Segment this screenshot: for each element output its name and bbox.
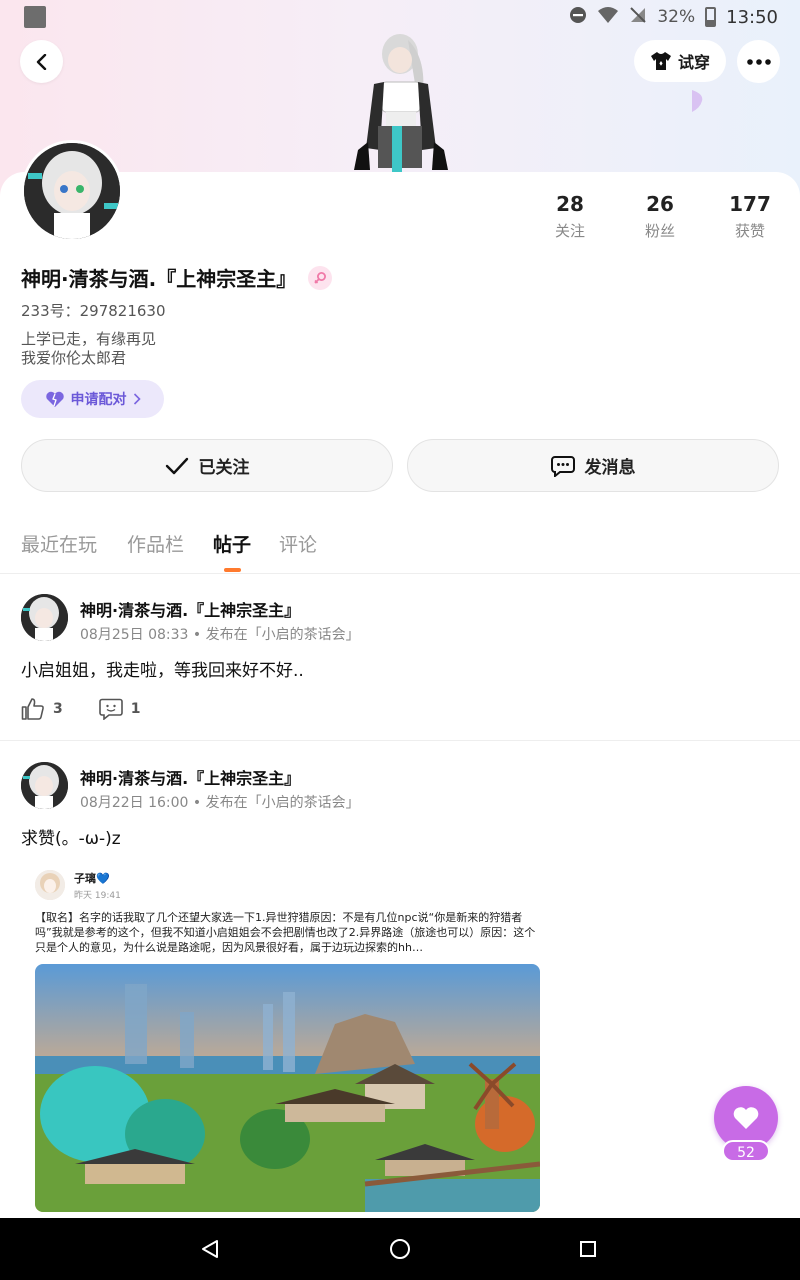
post-item[interactable]: 神明·清茶与酒.『上神宗圣主』 08月25日 08:33 • 发布在「小启的茶话… [0, 590, 800, 740]
followed-label: 已关注 [198, 458, 250, 478]
comment-button[interactable]: 1 [98, 698, 141, 720]
profile-tabs: 最近在玩 作品栏 帖子 评论 [0, 528, 800, 574]
profile-name-row: 神明·清茶与酒.『上神宗圣主』 [21, 263, 333, 292]
chat-bubble-icon [550, 455, 575, 477]
profile-bio: 上学已走，有缘再见 我爱你伦太郎君 [21, 330, 156, 368]
try-on-label: 试穿 [677, 53, 710, 72]
request-pair-label: 申请配对 [70, 392, 127, 408]
bio-line-2: 我爱你伦太郎君 [21, 349, 127, 367]
post-author-name[interactable]: 神明·清茶与酒.『上神宗圣主』 [80, 597, 300, 621]
profile-name: 神明·清茶与酒.『上神宗圣主』 [21, 267, 297, 291]
heart-icon [45, 391, 64, 407]
bio-line-1: 上学已走，有缘再见 [21, 330, 157, 348]
post-actions: 3 1 [21, 698, 141, 720]
character-figure [348, 30, 454, 175]
embed-time: 昨天 19:41 [74, 891, 121, 901]
send-message-label: 发消息 [584, 458, 636, 478]
heart-icon [733, 1107, 759, 1129]
profile-uid: 233号：297821630 [21, 302, 166, 320]
embed-username: 子璃💙 [74, 872, 110, 885]
clock: 13:50 [726, 6, 778, 28]
battery-percent: 32% [657, 7, 696, 27]
nav-recents-button[interactable] [575, 1236, 601, 1262]
dnd-icon [569, 6, 587, 29]
battery-icon [705, 7, 717, 27]
tab-works[interactable]: 作品栏 [127, 530, 184, 557]
check-icon [165, 457, 188, 474]
stat-followers-label: 粉丝 [644, 222, 675, 240]
nav-home-button[interactable] [387, 1236, 413, 1262]
tab-posts[interactable]: 帖子 [213, 530, 251, 557]
profile-avatar[interactable] [21, 140, 123, 242]
no-signal-icon [629, 6, 647, 29]
app-notification-icon [24, 6, 46, 28]
chevron-left-icon [36, 53, 46, 70]
stat-following[interactable]: 28 关注 [530, 192, 610, 241]
stat-likes-count: 177 [729, 192, 771, 216]
try-on-button[interactable]: 试穿 [634, 40, 726, 82]
nav-back-button[interactable] [197, 1236, 223, 1262]
stat-following-count: 28 [556, 192, 584, 216]
post-text: 求赞(。-ω-)z [21, 829, 121, 849]
request-pair-button[interactable]: 申请配对 [21, 380, 164, 418]
more-button[interactable] [737, 40, 780, 83]
post-divider [0, 740, 800, 741]
game-scene-image [35, 964, 540, 1212]
floating-like-count: 52 [722, 1140, 770, 1162]
more-dots-icon [746, 58, 771, 65]
embed-text: 【取名】名字的话我取了几个还望大家选一下1.异世狩猎原因：不是有几位npc说“你… [35, 911, 536, 954]
post-text: 小启姐姐，我走啦，等我回来好不好.. [21, 661, 304, 681]
thumbs-up-icon [21, 698, 44, 720]
system-navigation-bar [0, 1218, 800, 1280]
decorative-heart-icon [690, 90, 704, 116]
send-message-button[interactable]: 发消息 [407, 439, 779, 492]
shirt-icon [650, 52, 671, 70]
stat-followers[interactable]: 26 粉丝 [620, 192, 700, 241]
post-author-name[interactable]: 神明·清茶与酒.『上神宗圣主』 [80, 765, 300, 789]
triangle-back-icon [202, 1240, 218, 1258]
back-button[interactable] [20, 40, 63, 83]
stat-followers-count: 26 [646, 192, 674, 216]
stat-likes-label: 获赞 [734, 222, 765, 240]
chevron-right-icon [133, 393, 141, 405]
like-count: 3 [53, 701, 63, 717]
comment-icon [98, 698, 123, 720]
profile-stats: 28 关注 26 粉丝 177 获赞 [520, 192, 790, 242]
female-gender-icon [308, 265, 333, 290]
stat-likes[interactable]: 177 获赞 [710, 192, 790, 241]
comment-count: 1 [130, 701, 141, 717]
active-tab-indicator [224, 568, 241, 572]
stat-following-label: 关注 [554, 222, 585, 240]
followed-button[interactable]: 已关注 [21, 439, 393, 492]
circle-home-icon [390, 1239, 410, 1259]
embed-user-avatar [35, 870, 65, 900]
post-author-avatar[interactable] [21, 762, 68, 809]
post-meta: 08月25日 08:33 • 发布在「小启的茶话会」 [80, 627, 360, 643]
post-meta: 08月22日 16:00 • 发布在「小启的茶话会」 [80, 795, 360, 811]
wifi-icon [597, 6, 619, 29]
status-bar: 32% 13:50 [0, 0, 800, 34]
square-recents-icon [580, 1241, 596, 1257]
post-image[interactable]: 子璃💙 昨天 19:41 【取名】名字的话我取了几个还望大家选一下1.异世狩猎原… [21, 858, 551, 1218]
tab-comments[interactable]: 评论 [279, 530, 317, 557]
like-button[interactable]: 3 [21, 698, 63, 720]
tab-recently-played[interactable]: 最近在玩 [21, 530, 97, 557]
post-author-avatar[interactable] [21, 594, 68, 641]
